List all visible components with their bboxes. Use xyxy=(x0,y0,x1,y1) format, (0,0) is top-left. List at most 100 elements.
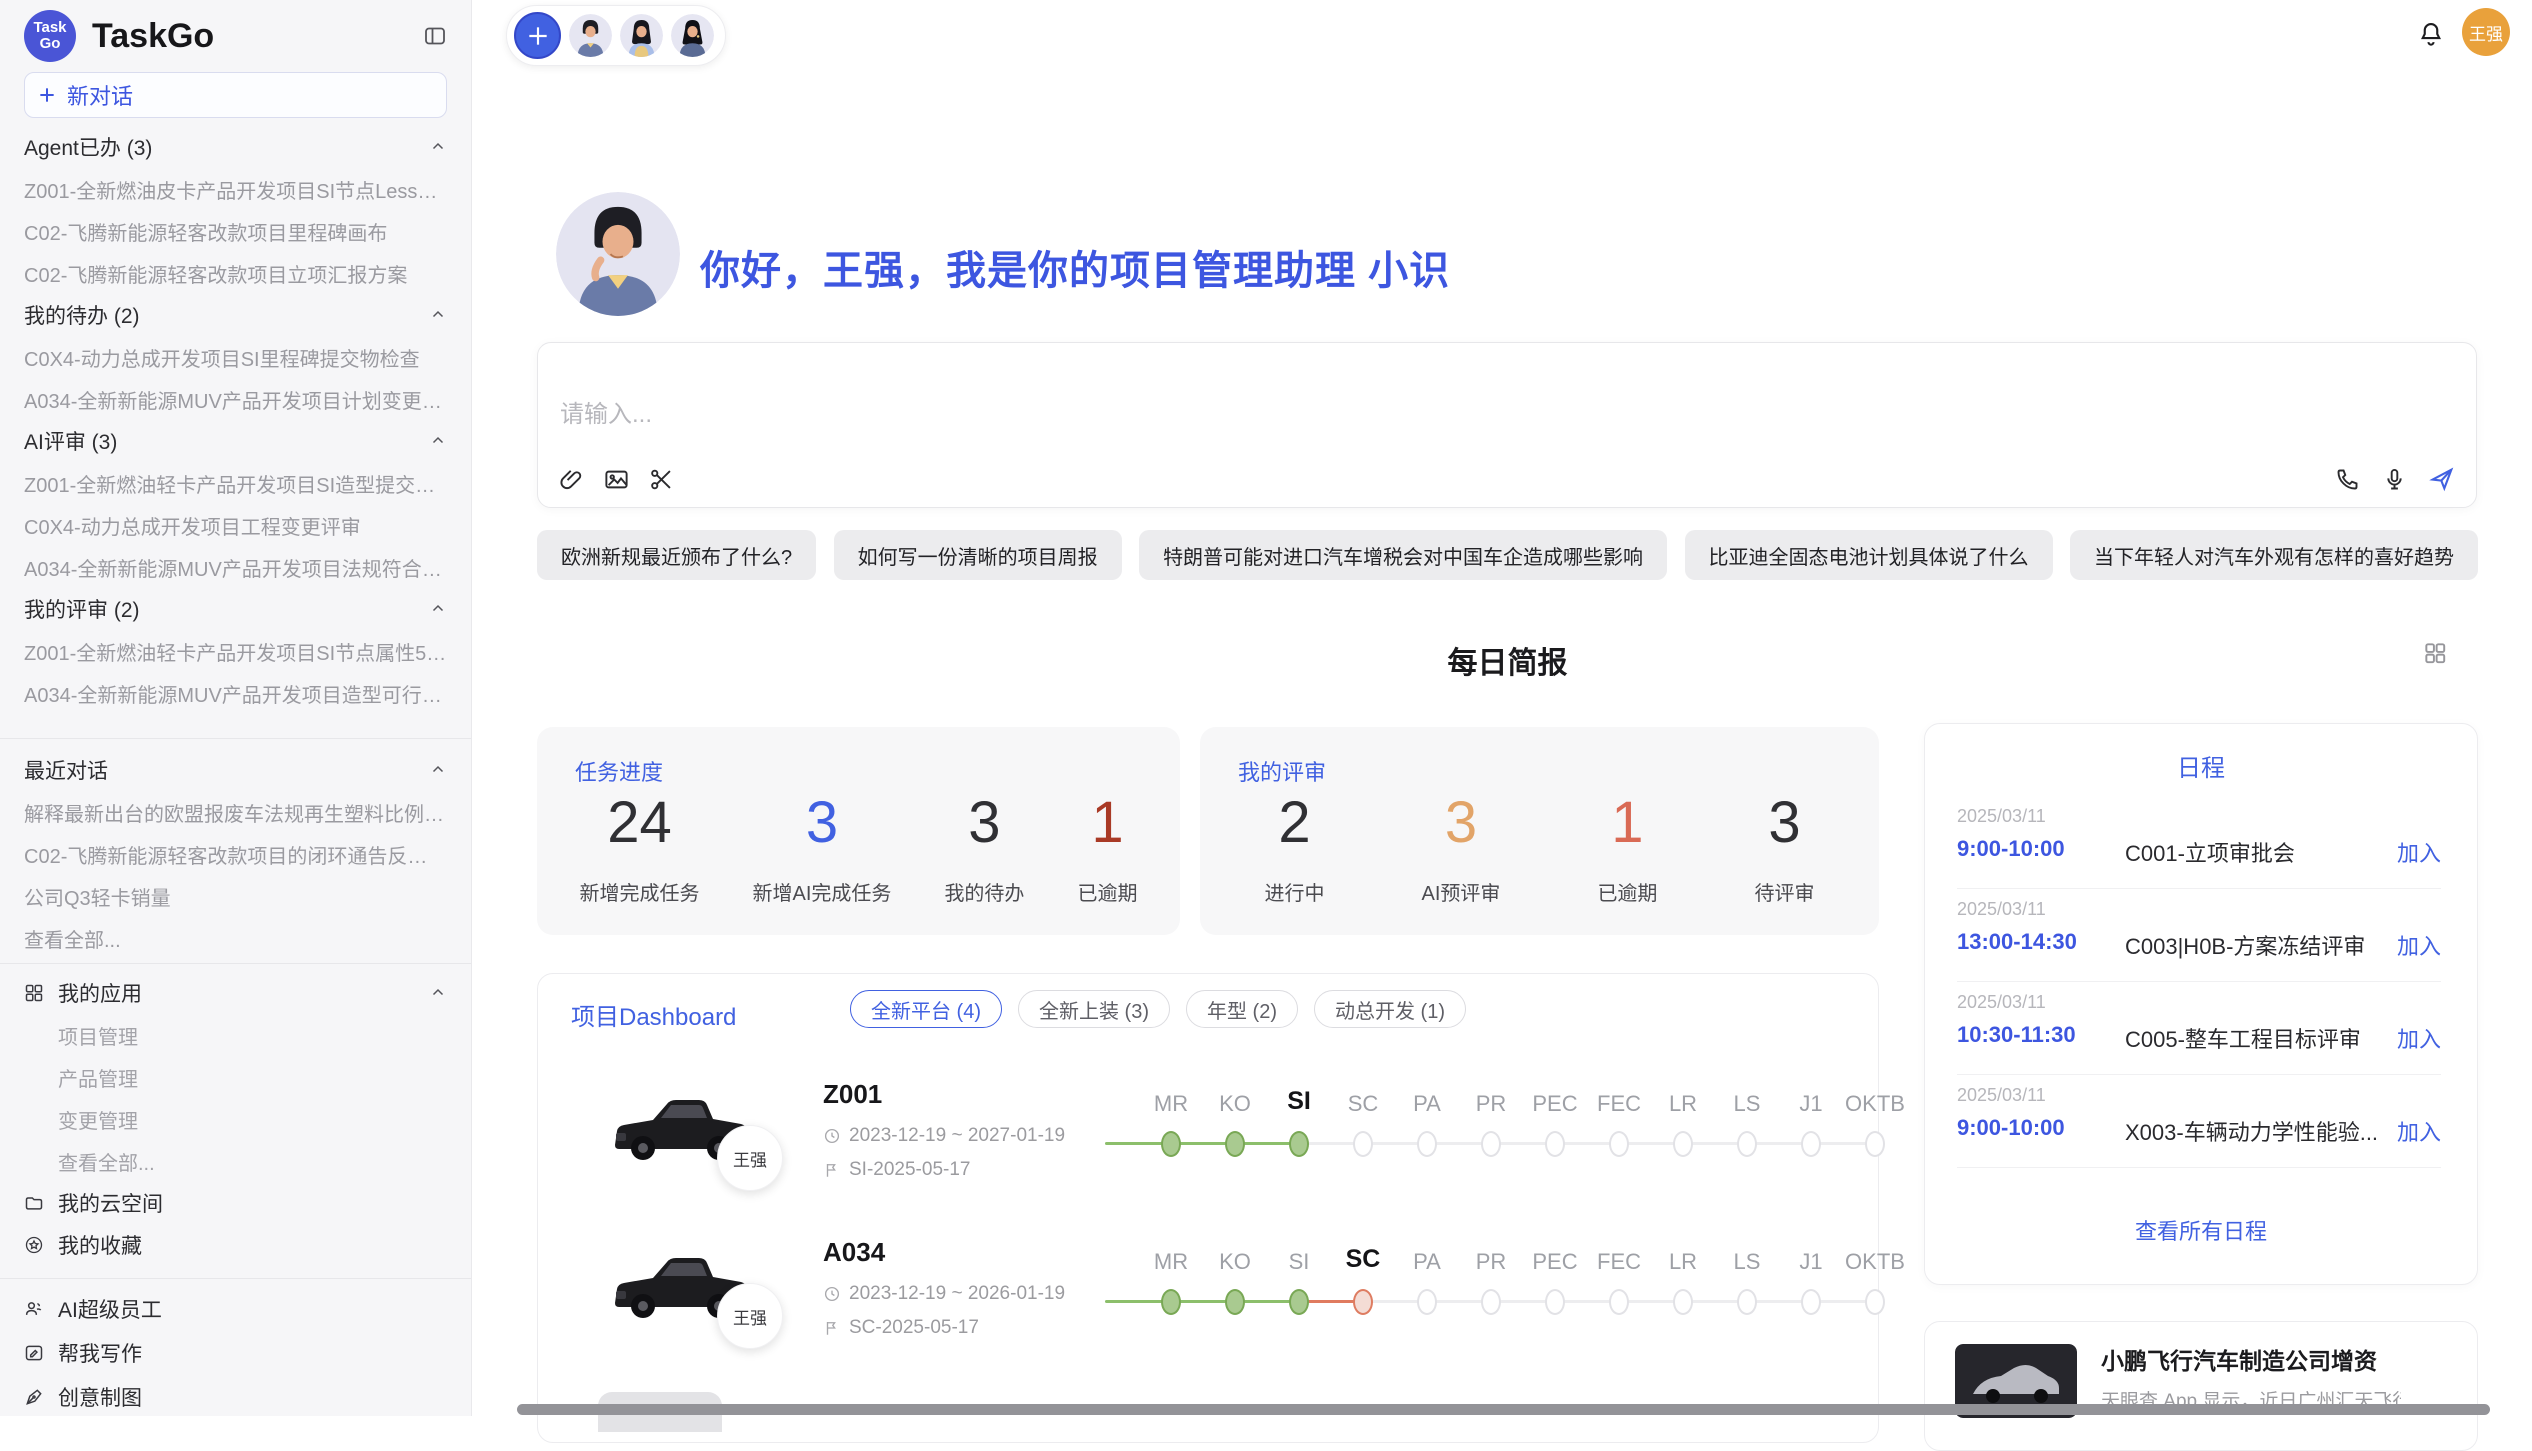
suggestion-chip[interactable]: 特朗普可能对进口汽车增税会对中国车企造成哪些影响 xyxy=(1139,530,1667,580)
card-title: 任务进度 xyxy=(575,755,663,787)
suggestion-chip[interactable]: 如何写一份清晰的项目周报 xyxy=(834,530,1122,580)
sidebar: Task Go TaskGo 新对话 Agent已办 (3) Z001-全新燃油… xyxy=(0,0,472,1416)
sidebar-section-my-review[interactable]: 我的评审 (2) xyxy=(24,588,447,630)
stat-label: 已逾期 xyxy=(1597,877,1657,906)
milestone-dot xyxy=(1417,1131,1437,1157)
tab-new-body[interactable]: 全新上装 (3) xyxy=(1018,990,1170,1028)
tab-model-year[interactable]: 年型 (2) xyxy=(1186,990,1298,1028)
sidebar-divider xyxy=(0,1278,471,1279)
milestone-dot xyxy=(1609,1131,1629,1157)
milestone-node: J1 xyxy=(1779,1219,1843,1369)
event-time: 9:00-10:00 xyxy=(1957,1115,2065,1141)
writing-icon xyxy=(24,1343,44,1363)
sidebar-section-my-todo[interactable]: 我的待办 (2) xyxy=(24,294,447,336)
sidebar-item[interactable]: Z001-全新燃油轻卡产品开发项目SI节点属性5D文件评审 xyxy=(24,630,447,672)
milestone-track: MR KO SI SC PA PR PEC FEC LR LS J1 OKTB xyxy=(1139,1061,1907,1211)
tab-new-platform[interactable]: 全新平台 (4) xyxy=(850,990,1002,1028)
milestone-track: MR KO SI SC PA PR PEC FEC LR LS J1 OKTB xyxy=(1139,1219,1907,1369)
sidebar-item[interactable]: C0X4-动力总成开发项目SI里程碑提交物检查 xyxy=(24,336,447,378)
milestone-dot xyxy=(1801,1289,1821,1315)
assistant-avatar[interactable] xyxy=(671,14,714,57)
flag-icon xyxy=(823,1161,841,1179)
milestone-node: LS xyxy=(1715,1061,1779,1211)
sidebar-section-ai-review[interactable]: AI评审 (3) xyxy=(24,420,447,462)
milestone-dot xyxy=(1865,1131,1885,1157)
recent-chat-item[interactable]: 公司Q3轻卡销量 xyxy=(24,875,447,917)
chat-input[interactable] xyxy=(560,401,1460,429)
event-name: X003-车辆动力学性能验... xyxy=(2125,1115,2378,1147)
event-name: C005-整车工程目标评审 xyxy=(2125,1022,2361,1054)
project-code: A034 xyxy=(823,1237,885,1268)
app-logo: Task Go xyxy=(24,10,76,62)
horizontal-scrollbar[interactable] xyxy=(517,1404,2490,1415)
sidebar-item-creative-drawing[interactable]: 创意制图 xyxy=(24,1375,447,1416)
project-dates: 2023-12-19 ~ 2027-01-19 xyxy=(823,1125,1065,1147)
app-item-view-all[interactable]: 查看全部... xyxy=(24,1140,447,1182)
stat-label: 已逾期 xyxy=(1077,877,1137,906)
attachment-icon[interactable] xyxy=(558,466,585,493)
phone-call-icon[interactable] xyxy=(2334,466,2361,493)
news-card[interactable]: 小鹏飞行汽车制造公司增资 天眼查 App 显示，近日广州汇天飞行汽... xyxy=(1924,1321,2478,1451)
sidebar-item[interactable]: Z001-全新燃油皮卡产品开发项目SI节点Lesson Learn报告 xyxy=(24,168,447,210)
app-item-project-management[interactable]: 项目管理 xyxy=(24,1014,447,1056)
milestone-node: PR xyxy=(1459,1061,1523,1211)
join-button[interactable]: 加入 xyxy=(2397,929,2441,961)
milestone-dot xyxy=(1417,1289,1437,1315)
recent-chats-header[interactable]: 最近对话 xyxy=(24,749,447,791)
assistant-avatar[interactable] xyxy=(620,14,663,57)
milestone-dot xyxy=(1353,1289,1373,1315)
milestone-node: LR xyxy=(1651,1061,1715,1211)
sidebar-item[interactable]: A034-全新新能源MUV产品开发项目造型可行性评审 xyxy=(24,672,447,714)
image-icon[interactable] xyxy=(603,466,630,493)
chevron-up-icon xyxy=(429,306,447,324)
suggestion-chips: 欧洲新规最近颁布了什么? 如何写一份清晰的项目周报 特朗普可能对进口汽车增税会对… xyxy=(537,530,2478,580)
join-button[interactable]: 加入 xyxy=(2397,1022,2441,1054)
app-item-change-management[interactable]: 变更管理 xyxy=(24,1098,447,1140)
sidebar-item[interactable]: A034-全新新能源MUV产品开发项目法规符合性评审 xyxy=(24,546,447,588)
join-button[interactable]: 加入 xyxy=(2397,1115,2441,1147)
milestone-node: SI xyxy=(1267,1061,1331,1211)
sidebar-item-ai-super-staff[interactable]: AI超级员工 xyxy=(24,1287,447,1331)
join-button[interactable]: 加入 xyxy=(2397,836,2441,868)
sidebar-collapse-icon[interactable] xyxy=(423,24,447,48)
project-owner-badge: 王强 xyxy=(717,1283,783,1349)
project-row[interactable]: 王强 A034 2023-12-19 ~ 2026-01-19 SC-2025-… xyxy=(538,1219,1878,1369)
suggestion-chip[interactable]: 欧洲新规最近颁布了什么? xyxy=(537,530,816,580)
assistant-switcher xyxy=(506,5,726,66)
assistant-avatar[interactable] xyxy=(569,14,612,57)
recent-chat-item[interactable]: 解释最新出台的欧盟报废车法规再生塑料比例被调至15%... xyxy=(24,791,447,833)
sidebar-item-help-me-write[interactable]: 帮我写作 xyxy=(24,1331,447,1375)
project-code: Z001 xyxy=(823,1079,882,1110)
new-chat-button[interactable]: 新对话 xyxy=(24,72,447,118)
chevron-up-icon xyxy=(429,432,447,450)
notification-bell-icon[interactable] xyxy=(2416,19,2446,49)
suggestion-chip[interactable]: 比亚迪全固态电池计划具体说了什么 xyxy=(1685,530,2053,580)
sidebar-item[interactable]: C02-飞腾新能源轻客改款项目里程碑画布 xyxy=(24,210,447,252)
recent-chat-view-all[interactable]: 查看全部... xyxy=(24,917,447,959)
sidebar-item-cloud-space[interactable]: 我的云空间 xyxy=(24,1182,447,1224)
user-avatar[interactable]: 王强 xyxy=(2462,8,2510,56)
sidebar-item[interactable]: A034-全新新能源MUV产品开发项目计划变更表编写 xyxy=(24,378,447,420)
plus-icon xyxy=(37,85,57,105)
send-icon[interactable] xyxy=(2428,465,2456,493)
sidebar-item[interactable]: Z001-全新燃油轻卡产品开发项目SI造型提交物评审 xyxy=(24,462,447,504)
project-row[interactable]: 王强 Z001 2023-12-19 ~ 2027-01-19 SI-2025-… xyxy=(538,1061,1878,1211)
app-item-product-management[interactable]: 产品管理 xyxy=(24,1056,447,1098)
recent-chat-item[interactable]: C02-飞腾新能源轻客改款项目的闭环通告反馈情况 xyxy=(24,833,447,875)
recent-chats-section: 最近对话 解释最新出台的欧盟报废车法规再生塑料比例被调至15%... C02-飞… xyxy=(24,749,447,959)
layout-grid-icon[interactable] xyxy=(2422,640,2448,666)
sidebar-item-favorites[interactable]: 我的收藏 xyxy=(24,1224,447,1266)
add-assistant-button[interactable] xyxy=(514,12,561,59)
suggestion-chip[interactable]: 当下年轻人对汽车外观有怎样的喜好趋势 xyxy=(2070,530,2478,580)
milestone-dot xyxy=(1737,1289,1757,1315)
sidebar-divider xyxy=(0,963,471,964)
sidebar-item[interactable]: C0X4-动力总成开发项目工程变更评审 xyxy=(24,504,447,546)
tab-powertrain[interactable]: 动总开发 (1) xyxy=(1314,990,1466,1028)
view-all-schedule-link[interactable]: 查看所有日程 xyxy=(1925,1214,2477,1246)
sidebar-item-my-apps[interactable]: 我的应用 xyxy=(24,972,447,1014)
sidebar-section-agent-done[interactable]: Agent已办 (3) xyxy=(24,126,447,168)
event-date: 2025/03/11 xyxy=(1957,992,2046,1013)
scissors-icon[interactable] xyxy=(648,466,675,493)
microphone-icon[interactable] xyxy=(2381,466,2408,493)
sidebar-item[interactable]: C02-飞腾新能源轻客改款项目立项汇报方案 xyxy=(24,252,447,294)
